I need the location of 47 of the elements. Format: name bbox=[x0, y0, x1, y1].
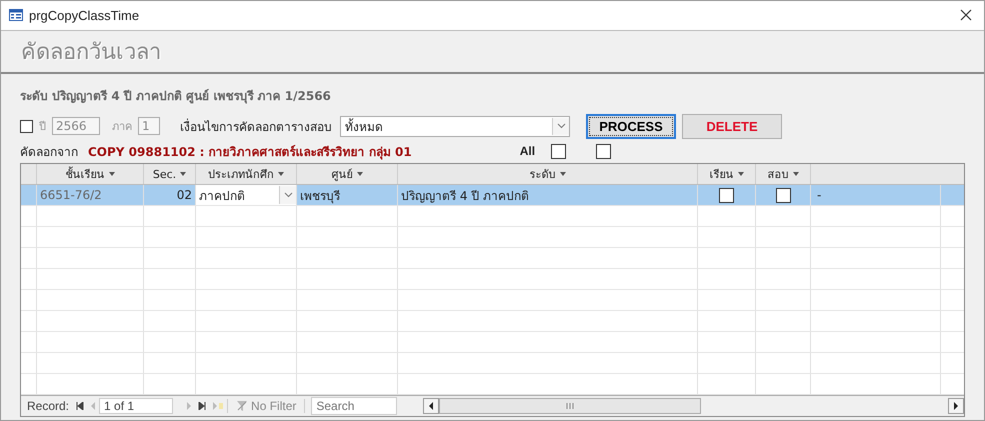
column-header[interactable]: เรียน bbox=[698, 164, 756, 184]
scroll-right-icon bbox=[953, 402, 959, 410]
sort-arrow-icon bbox=[792, 172, 798, 176]
process-button[interactable]: PROCESS bbox=[586, 114, 676, 138]
horizontal-scrollbar[interactable] bbox=[423, 398, 964, 414]
table-cell: 6651-76/2 bbox=[37, 185, 144, 205]
sort-arrow-icon bbox=[560, 172, 566, 176]
copy-from-label: คัดลอกจาก bbox=[20, 144, 78, 160]
checkbox[interactable] bbox=[596, 144, 612, 158]
checkbox[interactable] bbox=[719, 188, 734, 202]
grip-icon bbox=[566, 403, 574, 409]
record-position-field[interactable]: 1 of 1 bbox=[99, 398, 174, 414]
column-header[interactable]: ระดับ bbox=[398, 164, 698, 184]
delete-button[interactable]: DELETE bbox=[682, 114, 782, 138]
table-cell: เพชรบุรี bbox=[297, 185, 398, 205]
column-header[interactable]: ศูนย์ bbox=[297, 164, 398, 184]
info-text: ระดับ ปริญญาตรี 4 ปี ภาคปกติ ศูนย์ เพชรบุรี ภาค 1/2566 bbox=[20, 88, 332, 105]
sort-arrow-icon bbox=[108, 172, 114, 176]
column-header[interactable]: ประเภทนักศึก bbox=[196, 164, 297, 184]
form-icon bbox=[9, 9, 23, 22]
table-cell: ปริญญาตรี 4 ปี ภาคปกติ bbox=[398, 185, 698, 205]
table-cell: - bbox=[811, 185, 941, 205]
all-label: All bbox=[520, 144, 536, 158]
sort-arrow-icon bbox=[738, 172, 744, 176]
window-title: prgCopyClassTime bbox=[29, 8, 140, 23]
form-heading: คัดลอกวันเวลา bbox=[21, 38, 161, 67]
scroll-left-icon bbox=[428, 402, 434, 410]
column-header[interactable]: สอบ bbox=[756, 164, 811, 184]
column-header[interactable]: Sec. bbox=[144, 164, 196, 184]
sort-arrow-icon bbox=[278, 172, 284, 176]
condition-label: เงื่อนไขการคัดลอกตารางสอบ bbox=[180, 118, 332, 136]
term-label: ภาค bbox=[112, 119, 132, 135]
sort-arrow-icon bbox=[356, 172, 362, 176]
column-header[interactable]: ชั้นเรียน bbox=[37, 164, 144, 184]
checkbox[interactable] bbox=[776, 188, 790, 202]
caret-icon bbox=[556, 123, 566, 129]
record-label: Record: bbox=[26, 399, 70, 413]
type-dropdown[interactable]: ภาคปกติ bbox=[196, 185, 297, 205]
caret-icon bbox=[284, 192, 292, 198]
search-field[interactable]: Search bbox=[311, 397, 398, 415]
close-icon bbox=[960, 8, 972, 21]
sort-arrow-icon bbox=[180, 172, 186, 176]
filter-icon bbox=[236, 400, 248, 412]
year-label: ปี bbox=[39, 119, 46, 135]
copy-from-value: COPY 09881102 : กายวิภาคศาสตร์และสรีรวิทยา กลุ่ม 01 bbox=[88, 144, 412, 160]
table-row[interactable]: 6651-76/2 02 ภาคปกติ เพชรบุรี ปริญญาตรี 4 ปี ภาคปกติ - bbox=[21, 185, 964, 206]
checkbox[interactable] bbox=[551, 144, 566, 158]
